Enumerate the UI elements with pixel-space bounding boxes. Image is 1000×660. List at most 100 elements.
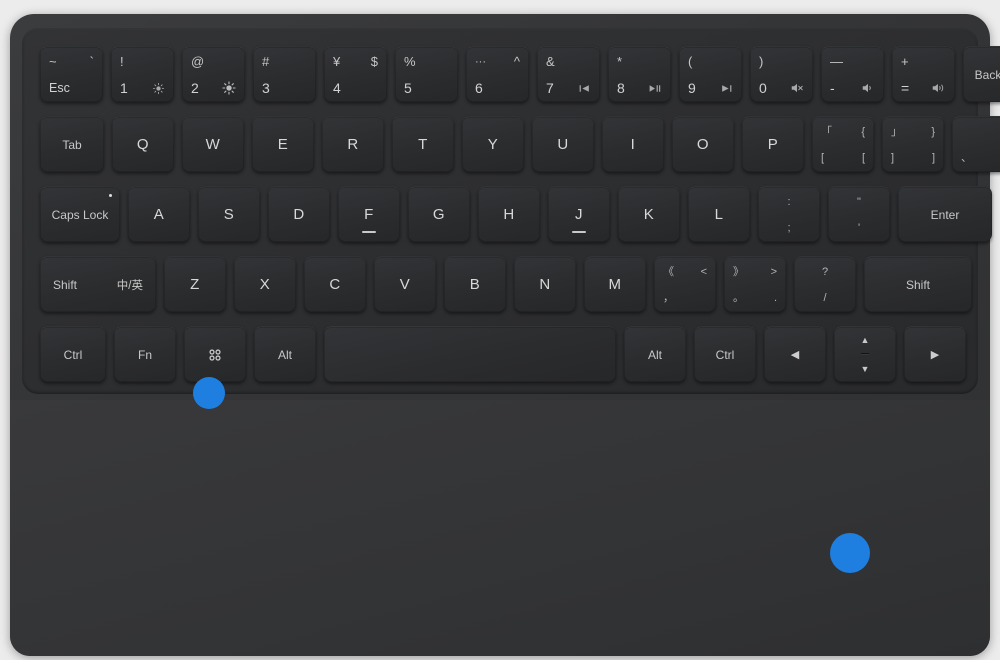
key-5-label: 5: [404, 80, 412, 96]
key-super[interactable]: [184, 326, 246, 382]
key-ctrl-right[interactable]: Ctrl: [694, 326, 756, 382]
key-minus[interactable]: — -: [821, 46, 884, 102]
key-period-alt: .: [773, 292, 777, 304]
key-f[interactable]: F: [338, 186, 400, 242]
key-h[interactable]: H: [478, 186, 540, 242]
key-fn[interactable]: Fn: [114, 326, 176, 382]
key-w[interactable]: W: [182, 116, 244, 172]
key-caps-lock[interactable]: Caps Lock: [40, 186, 120, 242]
key-bracket-left-cjk: 「: [821, 126, 832, 138]
key-quote[interactable]: " ': [828, 186, 890, 242]
key-d[interactable]: D: [268, 186, 330, 242]
key-5[interactable]: % 5: [395, 46, 458, 102]
key-x[interactable]: X: [234, 256, 296, 312]
key-m[interactable]: M: [584, 256, 646, 312]
key-s[interactable]: S: [198, 186, 260, 242]
key-2-shift: @: [191, 54, 205, 69]
key-arrow-right[interactable]: ▶: [904, 326, 966, 382]
four-dots-icon: [209, 348, 221, 361]
key-5-shift: %: [404, 54, 416, 69]
key-enter[interactable]: Enter: [898, 186, 992, 242]
key-9[interactable]: ( 9: [679, 46, 742, 102]
key-p[interactable]: P: [742, 116, 804, 172]
key-7[interactable]: & 7: [537, 46, 600, 102]
key-0[interactable]: ) 0: [750, 46, 813, 102]
key-v[interactable]: V: [374, 256, 436, 312]
key-bracket-right-alt: ]: [931, 152, 935, 164]
key-n[interactable]: N: [514, 256, 576, 312]
key-tab[interactable]: Tab: [40, 116, 104, 172]
key-c[interactable]: C: [304, 256, 366, 312]
key-backspace[interactable]: Backspace: [963, 46, 1000, 102]
key-enter-label: Enter: [930, 207, 960, 222]
key-7-shift: &: [546, 54, 555, 69]
key-a[interactable]: A: [128, 186, 190, 242]
key-bracket-left[interactable]: 「 { [ [: [812, 116, 874, 172]
key-bracket-left-label: [: [821, 152, 825, 164]
key-bracket-right[interactable]: 」 } ] ]: [882, 116, 944, 172]
key-l[interactable]: L: [688, 186, 750, 242]
key-ctrl-left[interactable]: Ctrl: [40, 326, 106, 382]
key-shift-left-label: Shift: [53, 277, 78, 292]
key-shift-right[interactable]: Shift: [864, 256, 972, 312]
key-alt-right[interactable]: Alt: [624, 326, 686, 382]
key-0-shift: ): [759, 54, 764, 69]
arrow-left-icon: ◀: [790, 349, 800, 361]
key-z[interactable]: Z: [164, 256, 226, 312]
key-comma-label: ，: [663, 292, 674, 304]
key-k[interactable]: K: [618, 186, 680, 242]
key-1[interactable]: ! 1: [111, 46, 174, 102]
key-caps-lock-label: Caps Lock: [51, 207, 109, 222]
key-space[interactable]: [324, 326, 616, 382]
keyboard-row-number: ~ ` Esc ! 1 @ 2 # 3 ¥ $ 4 % 5 ··· ^ 6 & …: [40, 46, 1000, 102]
key-shift-left[interactable]: Shift 中/英: [40, 256, 156, 312]
key-esc[interactable]: ~ ` Esc: [40, 46, 103, 102]
key-period[interactable]: 》 > 。 .: [724, 256, 786, 312]
nfc-sensor-marker-dot[interactable]: [830, 533, 870, 573]
key-g[interactable]: G: [408, 186, 470, 242]
key-minus-shift: —: [830, 54, 843, 69]
key-period-greater-than: >: [770, 266, 777, 278]
key-b[interactable]: B: [444, 256, 506, 312]
key-3-label: 3: [262, 80, 270, 96]
key-j[interactable]: J: [548, 186, 610, 242]
key-comma-less-than: <: [700, 266, 707, 278]
key-8[interactable]: * 8: [608, 46, 671, 102]
key-arrow-updown[interactable]: ▲ ▼: [834, 326, 896, 382]
key-r[interactable]: R: [322, 116, 384, 172]
key-9-label: 9: [688, 80, 696, 96]
key-t[interactable]: T: [392, 116, 454, 172]
key-e-label: E: [277, 136, 289, 153]
key-arrow-left[interactable]: ◀: [764, 326, 826, 382]
home-position-bar-f-icon: [362, 231, 376, 233]
key-slash[interactable]: ? /: [794, 256, 856, 312]
key-backslash[interactable]: | 、 \: [952, 116, 1000, 172]
key-y[interactable]: Y: [462, 116, 524, 172]
arrow-up-icon[interactable]: ▲: [860, 327, 870, 354]
arrow-down-icon[interactable]: ▼: [861, 355, 870, 382]
key-j-label: J: [575, 206, 583, 223]
key-esc-tilde: ~: [49, 54, 57, 69]
keyboard-row-home: Caps Lock A S D F G H J K L: ; " ' Ente…: [40, 186, 992, 242]
key-quote-label: ': [857, 222, 861, 234]
key-equal[interactable]: + =: [892, 46, 955, 102]
key-2[interactable]: @ 2: [182, 46, 245, 102]
key-i[interactable]: I: [602, 116, 664, 172]
key-comma[interactable]: 《 < ，: [654, 256, 716, 312]
key-semicolon[interactable]: : ;: [758, 186, 820, 242]
key-p-label: P: [767, 136, 779, 153]
key-v-label: V: [399, 276, 411, 293]
key-3[interactable]: # 3: [253, 46, 316, 102]
key-u[interactable]: U: [532, 116, 594, 172]
key-q[interactable]: Q: [112, 116, 174, 172]
key-alt-left[interactable]: Alt: [254, 326, 316, 382]
key-6[interactable]: ··· ^ 6: [466, 46, 529, 102]
key-4-yen: ¥: [333, 54, 341, 69]
super-key-marker-dot[interactable]: [193, 377, 225, 409]
media-playpause-icon: [649, 84, 661, 92]
key-o[interactable]: O: [672, 116, 734, 172]
key-quote-double: ": [857, 196, 861, 208]
volume-mute-icon: [791, 83, 803, 93]
key-4[interactable]: ¥ $ 4: [324, 46, 387, 102]
key-e[interactable]: E: [252, 116, 314, 172]
